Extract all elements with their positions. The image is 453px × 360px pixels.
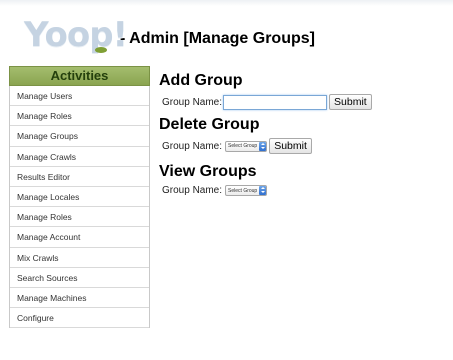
delete-group-label: Group Name:	[162, 140, 223, 152]
view-groups-row: Group Name: Select Group	[162, 185, 449, 196]
sidebar-item-manage-groups[interactable]: Manage Groups	[10, 126, 149, 147]
page-title: - Admin [Manage Groups]	[120, 30, 315, 47]
sidebar-item-manage-users[interactable]: Manage Users	[10, 86, 149, 107]
yoop-logo[interactable]: Yoop!	[10, 10, 128, 54]
sidebar-heading: Activities	[9, 66, 150, 86]
sidebar-item-manage-roles-2[interactable]: Manage Roles	[10, 207, 149, 228]
sidebar-item-manage-roles[interactable]: Manage Roles	[10, 106, 149, 127]
sidebar: Activities Manage Users Manage Roles Man…	[9, 66, 150, 329]
sidebar-item-manage-machines[interactable]: Manage Machines	[10, 287, 149, 309]
group-name-input[interactable]	[223, 94, 328, 110]
sidebar-item-manage-account[interactable]: Manage Account	[10, 227, 149, 248]
sidebar-item-manage-crawls[interactable]: Manage Crawls	[10, 146, 149, 167]
add-group-label: Group Name:	[162, 96, 223, 108]
add-group-section: Add Group Group Name: Submit	[159, 72, 449, 110]
sidebar-item-results-editor[interactable]: Results Editor	[10, 166, 149, 187]
add-group-submit-button[interactable]: Submit	[329, 94, 372, 110]
page-header: Yoop! - Admin [Manage Groups]	[10, 10, 315, 54]
select-arrows-icon	[259, 141, 267, 151]
delete-group-row: Group Name: Select Group Submit	[162, 138, 449, 154]
add-group-row: Group Name: Submit	[162, 94, 449, 110]
delete-group-submit-button[interactable]: Submit	[269, 138, 312, 154]
main-content: Add Group Group Name: Submit Delete Grou…	[159, 72, 449, 196]
delete-group-title: Delete Group	[159, 116, 260, 133]
top-strip	[0, 0, 453, 6]
delete-group-section: Delete Group Group Name: Select Group Su…	[159, 116, 449, 154]
delete-group-select[interactable]: Select Group	[225, 140, 268, 152]
sidebar-item-manage-locales[interactable]: Manage Locales	[10, 186, 149, 208]
sidebar-item-search-sources[interactable]: Search Sources	[10, 267, 149, 288]
sidebar-item-configure[interactable]: Configure	[10, 308, 149, 329]
sidebar-item-mix-crawls[interactable]: Mix Crawls	[10, 247, 149, 268]
delete-group-select-value: Select Group	[228, 143, 258, 149]
view-groups-select[interactable]: Select Group	[225, 185, 268, 196]
view-groups-select-value: Select Group	[228, 187, 258, 194]
view-groups-section: View Groups Group Name: Select Group	[159, 163, 449, 196]
view-groups-title: View Groups	[159, 163, 257, 180]
logo-dot-icon	[95, 47, 107, 53]
view-groups-label: Group Name:	[162, 185, 223, 196]
add-group-title: Add Group	[159, 72, 243, 89]
select-arrows-icon	[259, 186, 267, 195]
